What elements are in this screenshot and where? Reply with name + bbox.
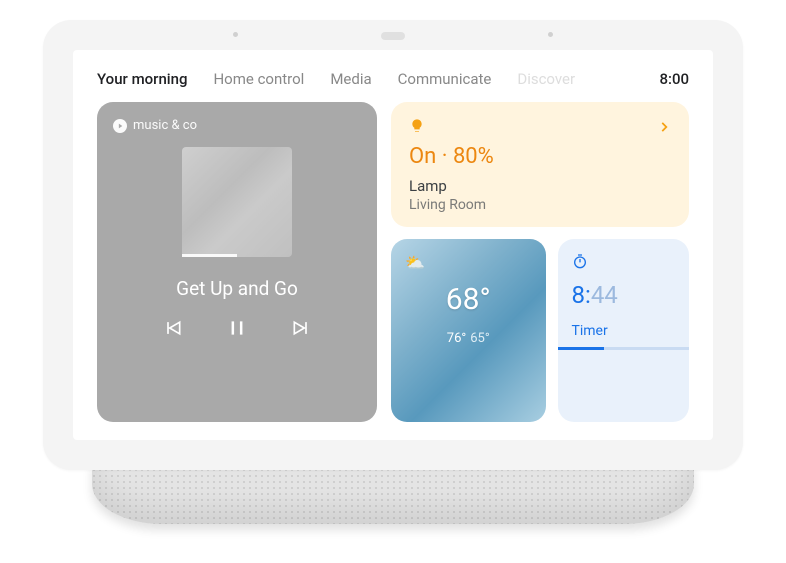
tab-bar: Your morning Home control Media Communic… xyxy=(97,70,689,88)
next-button[interactable] xyxy=(291,318,311,342)
music-card[interactable]: music & co Get Up and Go xyxy=(97,102,377,422)
weather-low: 65° xyxy=(470,331,489,346)
lightbulb-icon xyxy=(409,118,425,138)
tab-home-control[interactable]: Home control xyxy=(213,70,304,88)
lamp-room: Living Room xyxy=(409,197,671,213)
music-service-icon xyxy=(113,119,127,133)
clock: 8:00 xyxy=(659,70,689,88)
timer-progress xyxy=(558,347,690,350)
timer-card[interactable]: 8:44 Timer xyxy=(558,239,690,422)
tab-your-morning[interactable]: Your morning xyxy=(97,70,187,88)
weather-icon: ⛅ xyxy=(405,253,425,272)
prev-button[interactable] xyxy=(163,318,183,342)
stopwatch-icon xyxy=(572,253,676,273)
tab-communicate[interactable]: Communicate xyxy=(398,70,492,88)
timer-time: 8:44 xyxy=(572,281,676,309)
mic-left xyxy=(233,32,238,37)
lamp-name: Lamp xyxy=(409,177,671,195)
lamp-state: On · 80% xyxy=(409,144,671,169)
screen: Your morning Home control Media Communic… xyxy=(73,50,713,440)
weather-card[interactable]: ⛅ 68° 76° 65° xyxy=(391,239,546,422)
speaker-base xyxy=(92,462,694,524)
tab-discover[interactable]: Discover xyxy=(517,70,575,88)
track-title: Get Up and Go xyxy=(176,277,298,300)
music-source: music & co xyxy=(113,118,197,133)
cards-area: music & co Get Up and Go xyxy=(97,102,689,422)
lamp-card[interactable]: On · 80% Lamp Living Room xyxy=(391,102,689,227)
weather-high-low: 76° 65° xyxy=(447,331,490,346)
pause-button[interactable] xyxy=(227,318,247,342)
player-controls xyxy=(163,318,311,342)
device-frame: Your morning Home control Media Communic… xyxy=(43,20,743,470)
album-art xyxy=(182,147,292,257)
camera xyxy=(381,32,405,40)
timer-label: Timer xyxy=(572,323,676,339)
weather-temp: 68° xyxy=(446,282,491,317)
weather-high: 76° xyxy=(447,331,466,346)
tab-media[interactable]: Media xyxy=(330,70,371,88)
mic-right xyxy=(548,32,553,37)
chevron-right-icon xyxy=(657,119,671,138)
